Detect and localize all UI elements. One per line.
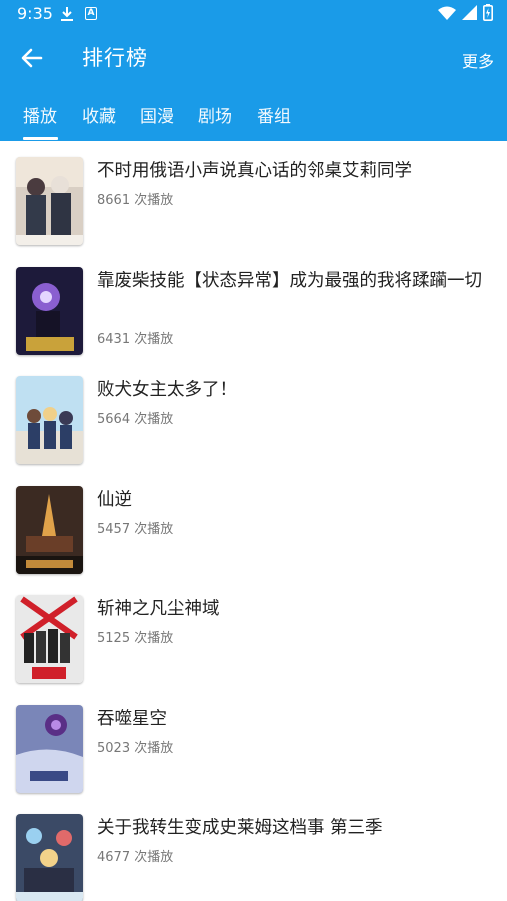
- cover-image: [16, 485, 83, 574]
- wifi-icon: [438, 5, 456, 24]
- battery-icon: [483, 3, 493, 25]
- more-button[interactable]: 更多: [462, 48, 494, 72]
- ranking-list: 不时用俄语小声说真心话的邻桌艾莉同学 8661 次播放 靠废柴技能【状态异常】成…: [0, 141, 507, 901]
- cover-image: [16, 157, 83, 245]
- tab-chinese-anime[interactable]: 国漫: [140, 102, 174, 127]
- item-title: 靠废柴技能【状态异常】成为最强的我将蹂躏一切: [97, 270, 482, 291]
- list-item[interactable]: 仙逆 5457 次播放: [0, 470, 507, 580]
- page-title: 排行榜: [82, 46, 148, 70]
- play-count: 5023 次播放: [97, 740, 174, 756]
- play-count: 5664 次播放: [97, 412, 174, 427]
- item-title: 关于我转生变成史莱姆这档事 第三季: [97, 818, 383, 838]
- tab-bangumi[interactable]: 番组: [257, 102, 291, 127]
- item-title: 不时用俄语小声说真心话的邻桌艾莉同学: [97, 161, 412, 181]
- cover-image: [16, 814, 83, 901]
- play-count: 6431 次播放: [97, 331, 174, 347]
- play-count: 5457 次播放: [97, 521, 174, 537]
- tab-theater[interactable]: 剧场: [198, 102, 232, 127]
- status-bar: 9:35 A: [0, 0, 507, 28]
- item-title: 仙逆: [97, 489, 132, 510]
- tab-play[interactable]: 播放: [23, 102, 57, 127]
- cover-image: [16, 595, 83, 683]
- a-icon: A: [85, 7, 97, 20]
- download-icon: [60, 6, 74, 22]
- list-item[interactable]: 靠废柴技能【状态异常】成为最强的我将蹂躏一切 6431 次播放: [0, 251, 507, 361]
- cover-image: [16, 704, 83, 793]
- tab-bar: 播放 收藏 国漫 剧场 番组: [0, 96, 507, 141]
- list-item[interactable]: 败犬女主太多了！ 5664 次播放: [0, 360, 507, 470]
- cover-image: [16, 266, 83, 355]
- item-title: 斩神之凡尘神域: [97, 599, 220, 619]
- cover-image: [16, 376, 83, 464]
- list-item[interactable]: 吞噬星空 5023 次播放: [0, 689, 507, 799]
- back-arrow-icon[interactable]: [18, 44, 46, 72]
- list-item[interactable]: 不时用俄语小声说真心话的邻桌艾莉同学 8661 次播放: [0, 141, 507, 251]
- tab-indicator: [23, 137, 58, 140]
- list-item[interactable]: 斩神之凡尘神域 5125 次播放: [0, 579, 507, 689]
- play-count: 8661 次播放: [97, 193, 174, 208]
- play-count: 4677 次播放: [97, 850, 174, 865]
- play-count: 5125 次播放: [97, 631, 174, 646]
- cell-signal-icon: [462, 4, 477, 24]
- toolbar: 排行榜 更多: [0, 28, 507, 90]
- item-title: 败犬女主太多了！: [97, 380, 237, 400]
- tab-favorites[interactable]: 收藏: [82, 102, 116, 127]
- app-header: 9:35 A 排行榜 更多 播放 收藏 国漫 剧场 番组: [0, 0, 507, 141]
- status-time: 9:35: [17, 4, 53, 23]
- list-item[interactable]: 关于我转生变成史莱姆这档事 第三季 4677 次播放: [0, 798, 507, 901]
- item-title: 吞噬星空: [97, 708, 167, 729]
